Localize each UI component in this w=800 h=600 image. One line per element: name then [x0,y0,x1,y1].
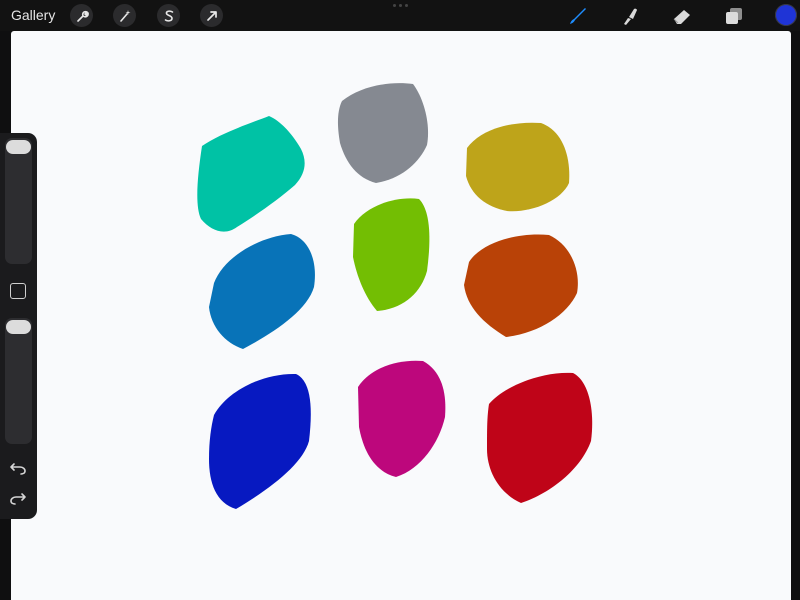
opacity-thumb[interactable] [6,320,31,334]
layers-icon[interactable] [721,3,747,29]
gallery-button[interactable]: Gallery [11,7,55,24]
wrench-icon[interactable] [70,4,93,27]
smudge-icon[interactable] [617,3,643,29]
swatch-lime [353,198,430,311]
left-sidebar [0,133,37,519]
swatch-gray [337,83,429,183]
swatch-red [487,372,593,503]
redo-icon[interactable] [8,491,28,507]
drawing-canvas[interactable] [11,31,791,600]
drag-handle[interactable] [393,4,408,7]
eraser-icon[interactable] [669,3,695,29]
selection-s-icon[interactable] [157,4,180,27]
brush-icon[interactable] [564,3,590,29]
swatch-magenta [358,360,446,477]
undo-icon[interactable] [8,461,28,477]
swatch-teal [197,116,305,232]
modify-button[interactable] [10,283,26,299]
brush-size-slider[interactable] [5,138,32,264]
swatch-blue [209,234,315,349]
opacity-slider[interactable] [5,318,32,444]
magic-wand-icon[interactable] [113,4,136,27]
swatch-royal-blue [209,373,311,509]
swatch-orange [464,234,578,337]
transform-arrow-icon[interactable] [200,4,223,27]
top-toolbar: Gallery [0,0,800,31]
brush-size-thumb[interactable] [6,140,31,154]
color-picker-button[interactable] [775,4,797,26]
swatch-mustard [466,122,570,212]
